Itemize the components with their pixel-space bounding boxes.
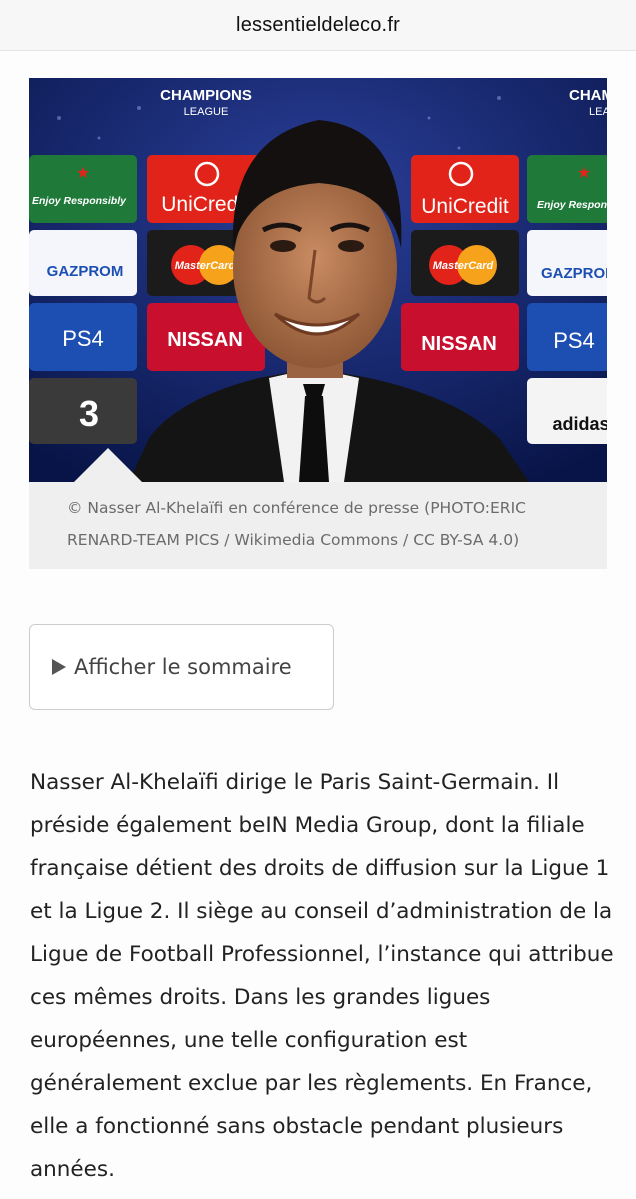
svg-text:Enjoy Responsibly: Enjoy Responsibly bbox=[32, 195, 127, 207]
svg-text:UniCredit: UniCredit bbox=[421, 195, 509, 218]
svg-text:NISSAN: NISSAN bbox=[421, 333, 497, 355]
svg-text:GAZPROM: GAZPROM bbox=[47, 263, 124, 280]
photo-caption: © Nasser Al-Khelaïfi en conférence de pr… bbox=[67, 499, 526, 549]
address-bar[interactable]: lessentieldeleco.fr bbox=[0, 0, 636, 51]
article-photo: CHAMPIONS LEAGUE CHAMPIONS LEAGUE ★ Enjo… bbox=[29, 78, 607, 482]
svg-text:NISSAN: NISSAN bbox=[167, 329, 243, 351]
svg-text:PS4: PS4 bbox=[62, 326, 104, 351]
svg-text:LEAGUE: LEAGUE bbox=[589, 106, 607, 118]
svg-text:CHAMPIONS: CHAMPIONS bbox=[160, 87, 252, 104]
article-page: CHAMPIONS LEAGUE CHAMPIONS LEAGUE ★ Enjo… bbox=[0, 51, 636, 1199]
article-paragraph: Nasser Al-Khelaïfi dirige le Paris Saint… bbox=[30, 770, 614, 1182]
svg-text:3: 3 bbox=[79, 393, 99, 434]
show-summary-button[interactable]: Afficher le sommaire bbox=[29, 624, 334, 710]
url-text: lessentieldeleco.fr bbox=[236, 13, 400, 36]
show-summary-label: Afficher le sommaire bbox=[74, 655, 292, 679]
svg-text:adidas: adidas bbox=[552, 414, 607, 434]
svg-text:LEAGUE: LEAGUE bbox=[184, 106, 229, 118]
svg-text:★: ★ bbox=[76, 165, 90, 182]
svg-text:GAZPROM: GAZPROM bbox=[541, 265, 607, 282]
article-figure: CHAMPIONS LEAGUE CHAMPIONS LEAGUE ★ Enjo… bbox=[29, 78, 607, 569]
svg-text:MasterCard: MasterCard bbox=[175, 260, 236, 272]
play-triangle-icon bbox=[52, 659, 66, 675]
svg-text:PS4: PS4 bbox=[553, 328, 595, 353]
caption-notch bbox=[74, 448, 142, 482]
svg-text:CHAMPIONS: CHAMPIONS bbox=[569, 87, 607, 104]
svg-text:MasterCard: MasterCard bbox=[433, 260, 494, 272]
svg-text:Enjoy Responsibly: Enjoy Responsibly bbox=[537, 199, 607, 211]
svg-text:★: ★ bbox=[577, 165, 591, 182]
